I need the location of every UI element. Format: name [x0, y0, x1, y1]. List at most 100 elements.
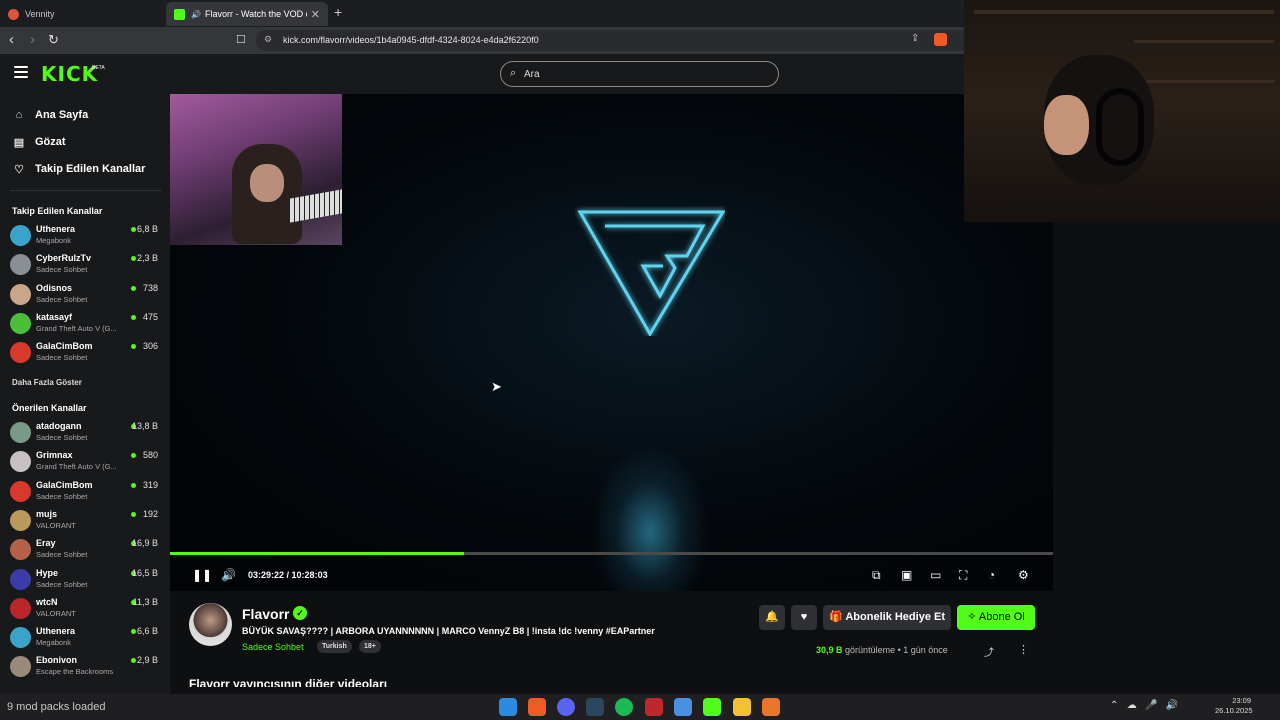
channel-category: Grand Theft Auto V (G... [36, 462, 117, 472]
current-time: 03:29:22 [248, 570, 285, 580]
nav-home[interactable]: ⌂ Ana Sayfa [12, 106, 89, 124]
tab-vennity[interactable]: Vennity [0, 2, 166, 26]
mouse-cursor-icon: ➤ [491, 379, 502, 394]
settings-app-icon[interactable] [674, 698, 692, 716]
channel-category: Megabonk [36, 638, 72, 648]
volume-icon[interactable]: 🔊 [221, 568, 236, 582]
sidebar-channel-item[interactable]: wtcN VALORANT 11,3 B [10, 595, 162, 624]
shelf [974, 10, 1274, 14]
tag-language[interactable]: Turkish [317, 640, 352, 653]
channel-category: Sadece Sohbet [36, 433, 88, 442]
channel-avatar[interactable] [189, 603, 232, 646]
gift-label: Abonelik Hediye Et [845, 611, 945, 623]
brave-shields-icon[interactable] [934, 33, 947, 46]
menu-icon[interactable] [14, 66, 28, 78]
streamer-face [250, 164, 284, 202]
sidebar-channel-item[interactable]: GalaCimBom Sadece Sohbet 319 [10, 478, 162, 507]
show-more-link[interactable]: Daha Fazla Göster [12, 378, 82, 387]
url-field[interactable]: ⚙ kick.com/flavorr/videos/1b4a0945-dfdf-… [256, 30, 976, 51]
streamer-webcam-overlay [170, 94, 342, 245]
nav-browse[interactable]: ▤ Gözat [12, 133, 66, 151]
sidebar-channel-item[interactable]: CyberRulzTv Sadece Sohbet 2,3 B [10, 251, 162, 280]
brave-icon[interactable] [528, 698, 546, 716]
sidebar-channel-item[interactable]: Ebonivon Escape the Backrooms 2,9 B [10, 653, 162, 682]
nav-following[interactable]: ♡ Takip Edilen Kanallar [12, 160, 145, 178]
person-face [1044, 95, 1089, 155]
channel-name: GalaCimBom [36, 341, 93, 352]
notification-bell-button[interactable]: 🔔 [759, 605, 785, 630]
channel-name: Hype [36, 567, 59, 578]
browse-icon: ▤ [13, 136, 25, 149]
live-dot-icon [131, 511, 136, 517]
miniplayer-icon[interactable]: ⧉ [872, 568, 881, 583]
chat-area-background [1053, 222, 1280, 694]
video-player[interactable]: ➤ ❚❚ 🔊 03:29:22 / 10:28:03 ⧉ ▣ ▭ ⛶ ◔ ⚙ [170, 94, 1053, 591]
sidebar-channel-item[interactable]: Uthenera Megabonk 6,6 B [10, 624, 162, 653]
channel-name[interactable]: Flavorr [242, 606, 289, 622]
forward-icon[interactable]: › [30, 32, 35, 48]
app-icon[interactable] [645, 698, 663, 716]
app-icon[interactable] [762, 698, 780, 716]
video-category[interactable]: Sadece Sohbet [242, 642, 304, 652]
clip-icon[interactable]: ▣ [901, 568, 912, 582]
clock[interactable]: 23:09 26.10.2025 [1215, 696, 1253, 716]
sidebar-channel-item[interactable]: Odisnos Sadece Sohbet 738 [10, 281, 162, 310]
playback-speed-icon[interactable]: ◔ [988, 568, 995, 582]
sidebar-channel-item[interactable]: Grimnax Grand Theft Auto V (G... 580 [10, 448, 162, 477]
tab-kick[interactable]: 🔊 Flavorr - Watch the VOD on Kick ✕ [166, 2, 328, 26]
speaker-icon[interactable]: 🔊 [1166, 700, 1178, 711]
channel-avatar [10, 627, 31, 649]
theater-mode-icon[interactable]: ▭ [930, 568, 941, 582]
channel-category: Megabonk [36, 236, 72, 245]
start-icon[interactable] [499, 698, 517, 716]
kick-logo[interactable]: KICK [41, 62, 98, 86]
follow-heart-button[interactable]: ♥ [791, 605, 817, 630]
sidebar-channel-item[interactable]: atadogann Sadece Sohbet 13,8 B [10, 419, 162, 448]
sidebar-channel-item[interactable]: mujs VALORANT 192 [10, 507, 162, 536]
sidebar-channel-item[interactable]: Hype Sadece Sohbet 16,5 B [10, 566, 162, 595]
file-explorer-icon[interactable] [733, 698, 751, 716]
sidebar-channel-item[interactable]: katasayf Grand Theft Auto V (G... 475 [10, 310, 162, 339]
channel-category: Sadece Sohbet [36, 491, 88, 501]
steam-icon[interactable] [586, 698, 604, 716]
sidebar-channel-item[interactable]: Eray Sadece Sohbet 16,9 B [10, 536, 162, 565]
live-dot-icon [131, 256, 136, 262]
cloud-icon[interactable]: ☁ [1127, 700, 1137, 711]
channel-name: Grimnax [36, 450, 73, 461]
back-icon[interactable]: ‹ [9, 32, 14, 48]
bookmark-icon[interactable]: ☐ [236, 33, 246, 46]
sidebar-channel-item[interactable]: Uthenera Megabonk 6,8 B [10, 222, 162, 251]
viewer-count: 192 [142, 508, 158, 519]
system-tray[interactable]: ⌃ ☁ 🎤 🔊 [1110, 700, 1178, 711]
sidebar-channel-item[interactable]: GalaCimBom Sadece Sohbet 306 [10, 339, 162, 368]
sparkle-icon: ✧ [967, 611, 977, 623]
nav-label: Ana Sayfa [35, 109, 89, 121]
subscribe-button[interactable]: ✧ Abone Ol [957, 605, 1035, 630]
site-info-icon[interactable]: ⚙ [264, 34, 272, 45]
channel-avatar [10, 568, 31, 590]
pause-icon[interactable]: ❚❚ [192, 568, 212, 582]
share-page-icon[interactable]: ⇪ [911, 33, 919, 44]
search-input[interactable]: ⌕ Ara [500, 61, 779, 87]
chevron-up-icon[interactable]: ⌃ [1110, 700, 1118, 711]
gift-icon: 🎁 [829, 611, 843, 623]
kick-app-icon[interactable] [703, 698, 721, 716]
spotify-icon[interactable] [615, 698, 633, 716]
settings-icon[interactable]: ⚙ [1018, 568, 1029, 582]
discord-icon[interactable] [557, 698, 575, 716]
new-tab-button[interactable]: + [334, 4, 342, 20]
share-icon[interactable]: ⤴ [984, 644, 994, 659]
channel-name: Uthenera [36, 626, 76, 637]
video-age: 1 gün önce [903, 645, 948, 655]
close-tab-icon[interactable]: ✕ [311, 8, 320, 21]
vennity-favicon-icon [8, 8, 19, 20]
other-videos-heading: Flavorr yayıncısının diğer videoları [189, 677, 388, 687]
fullscreen-icon[interactable]: ⛶ [959, 568, 967, 583]
progress-bar[interactable] [170, 552, 1053, 555]
audio-icon: 🔊 [191, 9, 201, 19]
gift-subscription-button[interactable]: 🎁 Abonelik Hediye Et [823, 605, 951, 630]
reload-icon[interactable]: ↻ [48, 32, 59, 48]
more-options-icon[interactable]: ⋮ [1018, 643, 1029, 656]
tag-age[interactable]: 18+ [359, 640, 381, 653]
mic-icon[interactable]: 🎤 [1145, 700, 1157, 711]
